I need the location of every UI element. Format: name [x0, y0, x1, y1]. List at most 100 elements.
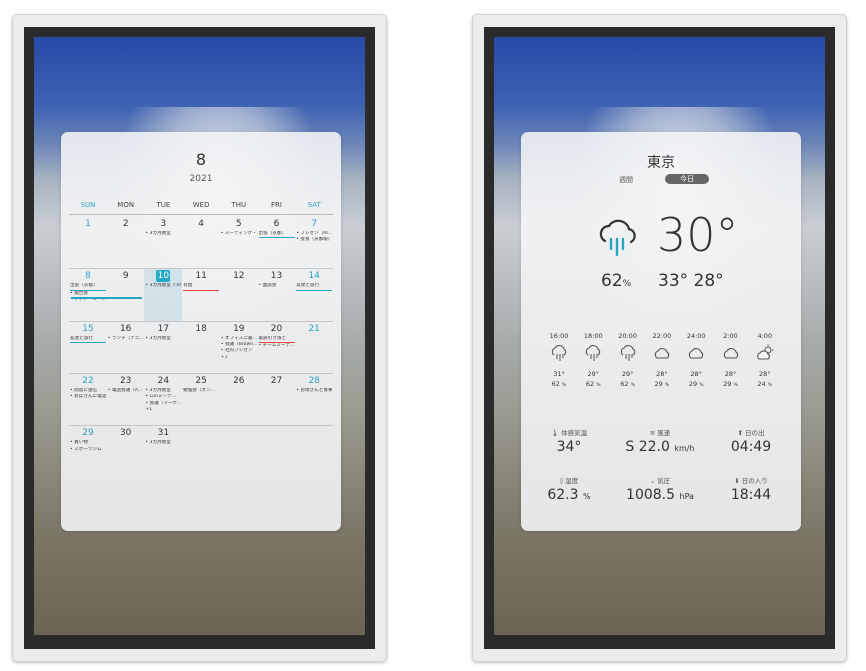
day-events: • ランチ（テニ... — [108, 336, 144, 342]
sunrise-icon: ⬆ — [737, 429, 743, 437]
calendar-day[interactable]: 1 — [69, 217, 107, 269]
calendar-event[interactable]: • 社内プレゼン — [221, 348, 257, 354]
calendar-event[interactable]: • 電話会議（A... — [108, 388, 144, 394]
hourly-item[interactable]: 16:00 31° 62 % — [542, 332, 576, 388]
tab-weekly[interactable]: 週間 — [619, 175, 633, 185]
calendar-event[interactable]: • ランチ（テニ... — [108, 336, 144, 342]
day-events: 出張（京都） — [258, 231, 295, 239]
calendar-day[interactable]: 31 • 3カ月教室 — [144, 426, 182, 478]
calendar-day[interactable]: 11 有給 — [182, 269, 220, 321]
calendar-event[interactable]: • おばさんに電話 — [70, 394, 106, 400]
stat-label: ⬆ 日の出 — [706, 427, 796, 439]
calendar-day[interactable]: 5 • ミーティング・ — [220, 217, 258, 269]
calendar-day[interactable]: 29 • 買い物 • スポーツジム — [69, 426, 107, 478]
calendar-day[interactable]: 14 友達と旅行 — [295, 269, 333, 321]
calendar-day[interactable]: 24 • 3カ月教室 • Lunミーテ... • 会議（マーケ... +1 — [144, 374, 182, 426]
hourly-item[interactable]: 20:00 29° 62 % — [611, 332, 645, 388]
hourly-item[interactable]: 18:00 29° 62 % — [576, 332, 610, 388]
hour-time: 2:00 — [723, 332, 738, 340]
weekday-divider — [69, 214, 333, 215]
hourly-item[interactable]: 2:00 28° 29 % — [714, 332, 748, 388]
multi-day-event-bar — [71, 297, 143, 299]
calendar-event[interactable]: 出張（京都） — [70, 283, 106, 291]
calendar-day[interactable]: 27 — [258, 374, 296, 426]
calendar-event[interactable]: +1 — [145, 407, 181, 413]
hour-time: 24:00 — [686, 332, 706, 340]
calendar-day[interactable]: 19 • オフィスに書... • 会議（Brown... • 社内プレゼン +1 — [220, 322, 258, 374]
hourly-item[interactable]: 4:00 28° 24 % — [748, 332, 782, 388]
calendar-event[interactable]: +1 — [221, 355, 257, 361]
calendar-event[interactable]: • チームミーテ... — [259, 343, 295, 349]
calendar-day[interactable]: 18 — [182, 322, 220, 374]
precipitation-chance: 62% — [601, 271, 631, 291]
calendar-event[interactable]: • 3カ月教室 — [145, 336, 181, 342]
calendar-day[interactable]: 28 • お母さんと食事 — [295, 374, 333, 426]
rain-cloud-icon — [542, 344, 576, 366]
hour-time: 18:00 — [583, 332, 603, 340]
calendar-event[interactable]: • 3カ月教室 — [145, 440, 181, 446]
weather-screen: 東京 週間 今日 30° 62% 33° 28° 16:00 31° 62 % 18:… — [494, 37, 825, 635]
day-number: 27 — [270, 375, 283, 386]
calendar-event[interactable]: • お母さんと食事 — [296, 388, 332, 394]
day-events: 出張（京都） • 報告会 • ディナーミー... — [70, 283, 106, 303]
calendar-day[interactable]: 10• 3カ月教室 7:00a — [144, 269, 183, 322]
calendar-day[interactable]: 8 出張（京都） • 報告会 • ディナーミー... — [69, 269, 107, 321]
day-number: 29 — [82, 428, 94, 439]
day-number: 30 — [119, 428, 132, 439]
calendar-event[interactable]: 有給 — [183, 283, 220, 291]
hour-precipitation-unit: % — [767, 383, 773, 388]
day-number: 16 — [119, 323, 132, 334]
hour-temperature: 29° — [621, 370, 634, 378]
calendar-day[interactable]: 13 • 面談会 — [258, 269, 296, 321]
calendar-day[interactable]: 23 • 電話会議（A... — [107, 374, 145, 426]
stat-label-text: 風速 — [657, 429, 671, 437]
calendar-day[interactable]: 17 • 3カ月教室 — [144, 322, 182, 374]
stat-label: ⬇ 日の入り — [706, 475, 796, 487]
calendar-day[interactable]: 20 家族引き落と • チームミーテ... — [258, 322, 296, 374]
calendar-event[interactable]: 勉強会（オン... — [183, 388, 219, 394]
calendar-panel: 8 2021 1 2 3 • 3カ月教室 4 5 • ミーティング・ 6 出張（京都） 7 • プレ… — [61, 132, 341, 531]
hour-temperature: 29° — [587, 370, 600, 378]
hour-precipitation-value: 62 — [620, 380, 629, 388]
calendar-day[interactable]: 9 — [107, 269, 145, 321]
hour-precipitation-unit: % — [596, 383, 601, 388]
calendar-day[interactable]: 6 出張（京都） — [258, 217, 296, 269]
calendar-day[interactable]: 30 — [107, 426, 145, 478]
calendar-day[interactable]: 7 • プレゼン（Al... • 会食（京都駅） — [295, 217, 333, 269]
weather-stat: ◊ 湿度 62.3 % — [524, 475, 614, 503]
calendar-day[interactable]: 26 — [220, 374, 258, 426]
calendar-day[interactable]: 22 • 間島に送信 • おばさんに電話 — [69, 374, 107, 426]
hourly-item[interactable]: 22:00 28° 29 % — [645, 332, 679, 388]
stat-unit: % — [583, 492, 591, 501]
day-number: 1 — [85, 219, 91, 229]
tab-today[interactable]: 今日 — [665, 174, 709, 184]
calendar-event[interactable]: 家族引き落と — [258, 336, 295, 343]
calendar-day[interactable]: 12 — [220, 269, 258, 321]
calendar-day[interactable]: 16 • ランチ（テニ... — [107, 322, 145, 374]
calendar-day[interactable]: 4 — [182, 217, 220, 269]
calendar-day[interactable]: 2 — [107, 217, 145, 269]
calendar-event[interactable]: • ミーティング・ — [221, 231, 257, 237]
day-events: • 3カ月教室 — [145, 336, 181, 342]
calendar-event[interactable]: 友達と旅行 — [296, 283, 333, 291]
stat-value-number: 34° — [556, 439, 582, 455]
day-number: 14 — [308, 271, 320, 282]
sunset-icon: ⬇ — [734, 477, 740, 485]
calendar-event[interactable]: • 3カ月教室 — [145, 231, 181, 237]
calendar-event[interactable]: 出張（京都） — [258, 231, 295, 239]
hourly-item[interactable]: 24:00 28° 29 % — [679, 332, 713, 388]
stat-label-text: 体感気温 — [561, 429, 588, 437]
calendar-event[interactable]: • 3カ月教室 7:00a — [145, 283, 181, 289]
calendar-day[interactable]: 21 — [295, 322, 333, 374]
calendar-day[interactable]: 3 • 3カ月教室 — [144, 217, 182, 269]
calendar-event[interactable]: • Lunミーテ... — [145, 394, 181, 400]
day-number: 6 — [273, 219, 280, 229]
calendar-event[interactable]: • スポーツジム — [70, 447, 106, 453]
calendar-event[interactable]: • 会食（京都駅） — [296, 237, 332, 243]
calendar-event[interactable]: 友達と旅行 — [70, 336, 106, 343]
calendar-day[interactable]: 25 勉強会（オン... — [182, 374, 220, 426]
day-events: • お母さんと食事 — [296, 388, 332, 394]
hour-precipitation: 29 % — [645, 380, 679, 388]
calendar-event[interactable]: • 面談会 — [259, 283, 295, 289]
calendar-day[interactable]: 15 友達と旅行 — [69, 322, 107, 374]
